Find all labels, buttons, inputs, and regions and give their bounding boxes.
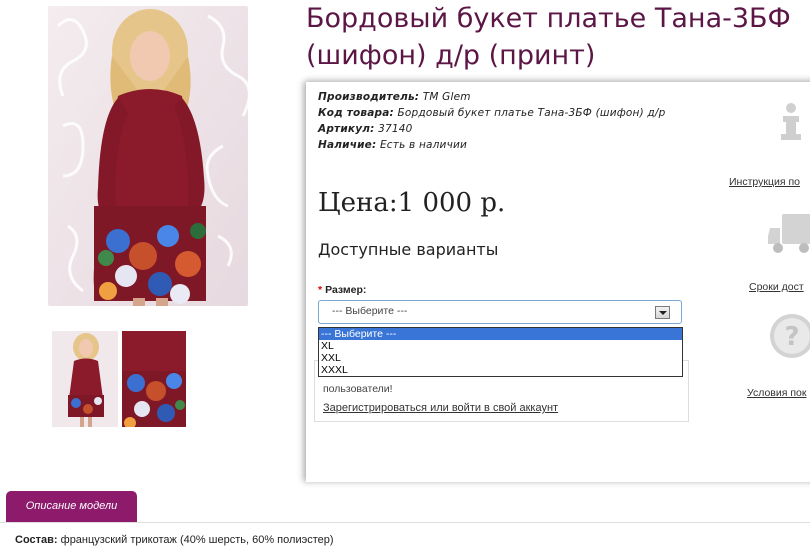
composition-label: Состав: — [15, 534, 58, 546]
product-details: Производитель: TM Glem Код товара: Бордо… — [318, 89, 668, 153]
question-icon: ? — [768, 312, 810, 362]
delivery-truck-icon — [768, 208, 810, 258]
product-thumbnail-1[interactable] — [52, 331, 118, 427]
purchase-terms-link[interactable]: Условия пок — [747, 387, 806, 399]
product-code-label: Код товара: — [318, 107, 394, 119]
product-code-value: Бордовый букет платье Тана-3БФ (шифон) д… — [397, 107, 666, 119]
instructions-link[interactable]: Инструкция по — [729, 176, 800, 188]
size-dropdown-list[interactable]: --- Выберите --- XL XXL XXXL — [318, 327, 683, 377]
tab-description[interactable]: Описание модели — [6, 491, 137, 522]
composition-value: французский трикотаж (40% шерсть, 60% по… — [60, 534, 334, 546]
variants-heading: Доступные варианты — [318, 240, 499, 259]
article-label: Артикул: — [318, 123, 375, 135]
required-marker: * — [318, 284, 323, 296]
product-price: Цена:1 000 р. — [318, 188, 506, 218]
delivery-terms-link[interactable]: Сроки дост — [749, 281, 804, 293]
composition-line: Состав: французский трикотаж (40% шерсть… — [15, 534, 334, 546]
size-label: * Размер: — [318, 284, 367, 296]
size-option[interactable]: XXL — [319, 352, 682, 364]
product-thumbnail-2[interactable] — [122, 331, 186, 427]
product-main-image[interactable] — [48, 6, 248, 306]
manufacturer-label: Производитель: — [318, 91, 420, 103]
size-option[interactable]: --- Выберите --- — [319, 328, 682, 340]
article-value: 37140 — [378, 123, 413, 135]
size-select-value: --- Выберите --- — [332, 305, 408, 317]
availability-label: Наличие: — [318, 139, 377, 151]
login-notice-text: пользователи! — [323, 383, 393, 395]
size-option[interactable]: XXXL — [319, 364, 682, 376]
manufacturer-value: TM Glem — [422, 91, 471, 103]
register-login-link[interactable]: Зарегистрироваться или войти в свой акка… — [323, 402, 558, 414]
availability-value: Есть в наличии — [379, 139, 468, 151]
product-title: Бордовый букет платье Тана-3БФ (шифон) д… — [306, 3, 791, 71]
size-option[interactable]: XL — [319, 340, 682, 352]
tab-divider — [0, 522, 810, 523]
chevron-down-icon[interactable] — [655, 306, 670, 319]
info-icon — [768, 98, 810, 148]
svg-text:?: ? — [784, 322, 799, 352]
